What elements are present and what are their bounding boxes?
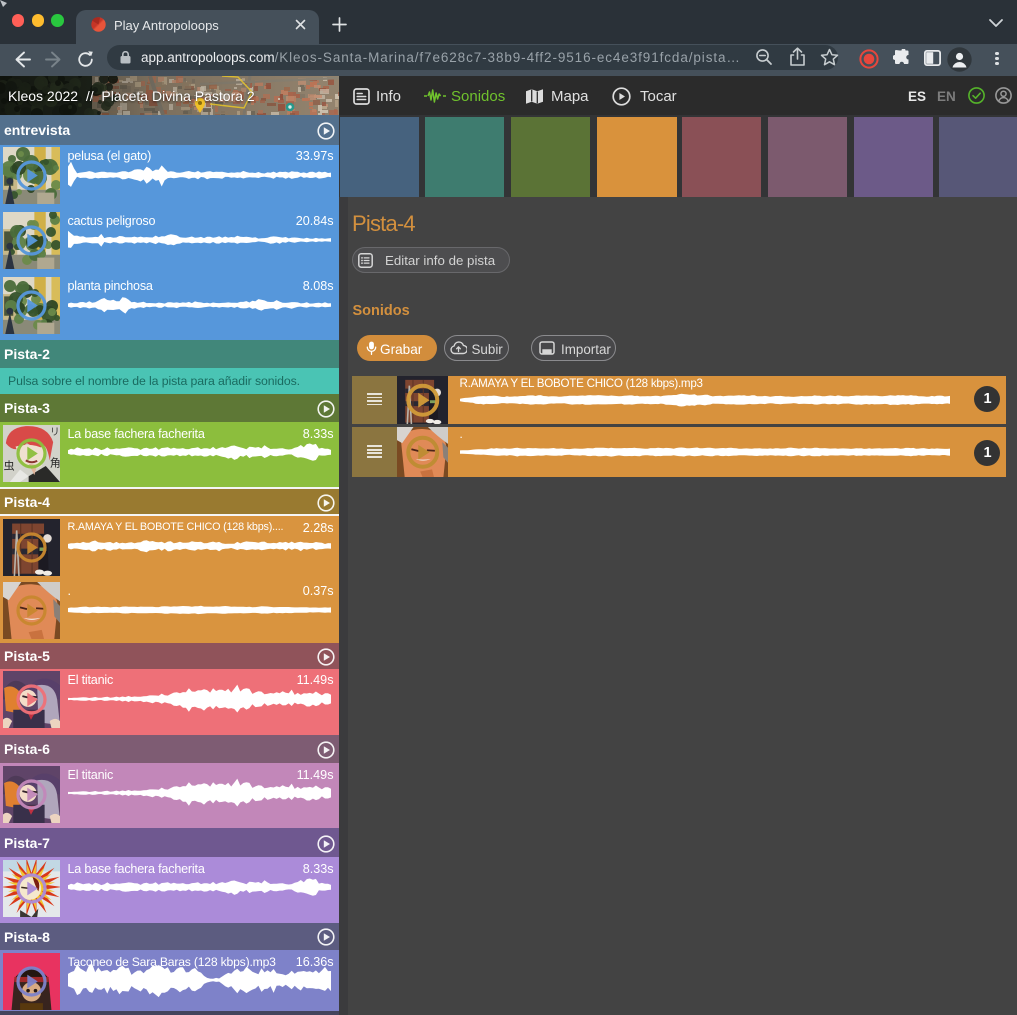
svg-text:虫: 虫 [4, 459, 15, 472]
svg-text:角: 角 [50, 456, 60, 469]
svg-text:リ: リ [50, 427, 60, 438]
